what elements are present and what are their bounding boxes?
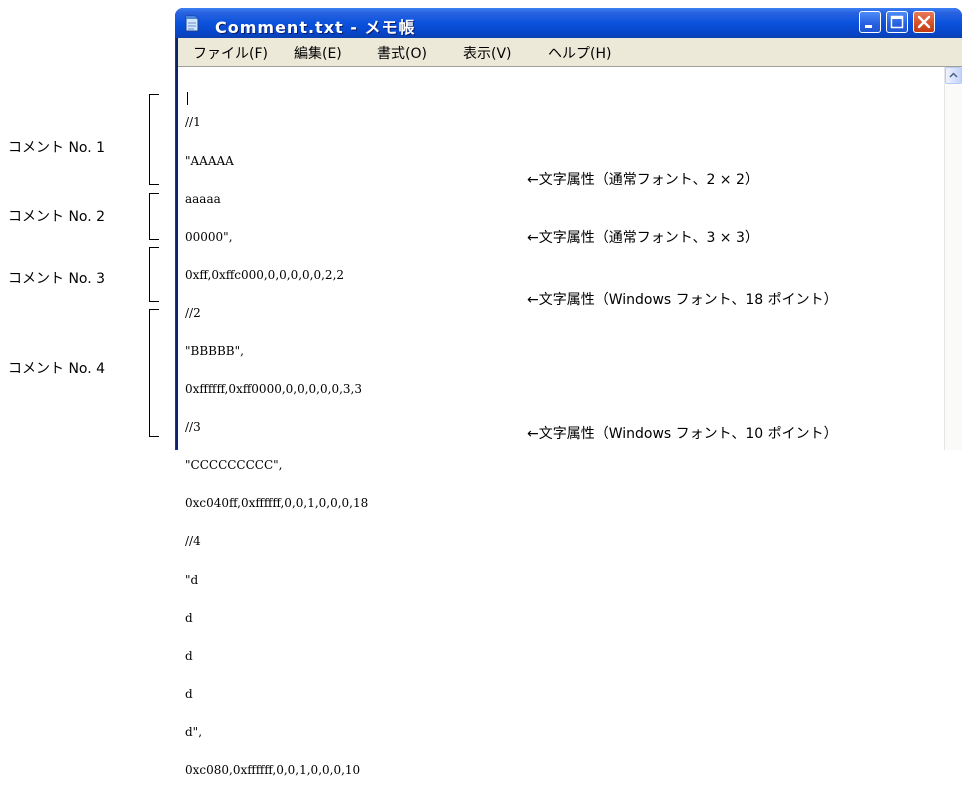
annotation-3: ←文字属性（Windows フォント、18 ポイント） — [527, 292, 838, 308]
editor-line: "d — [185, 572, 199, 587]
annotation-4: ←文字属性（Windows フォント、10 ポイント） — [527, 426, 838, 442]
bracket-1 — [149, 94, 159, 185]
menu-help[interactable]: ヘルプ(H) — [548, 43, 611, 63]
editor-line: "BBBBB", — [185, 343, 244, 358]
comment-label-2: コメント No. 2 — [8, 209, 106, 225]
editor-line: "AAAAA — [185, 153, 234, 168]
editor-line: 0xc080,0xffffff,0,0,1,0,0,0,10 — [185, 763, 361, 777]
menu-format[interactable]: 書式(O) — [377, 43, 427, 63]
maximize-icon — [890, 15, 904, 29]
editor-line: "CCCCCCCCC", — [185, 458, 283, 473]
menu-view[interactable]: 表示(V) — [463, 43, 512, 63]
scroll-up-button[interactable] — [945, 67, 962, 84]
close-icon — [917, 15, 931, 29]
editor-line: 0xffffff,0xff0000,0,0,0,0,0,3,3 — [185, 382, 362, 397]
comment-label-4: コメント No. 4 — [8, 361, 106, 377]
editor-text[interactable]: //1 "AAAAA aaaaa 00000", 0xff,0xffc000,0… — [185, 91, 368, 789]
minimize-button[interactable] — [859, 11, 881, 33]
bracket-4 — [149, 309, 159, 437]
editor-line: aaaaa — [185, 191, 221, 206]
menu-bar: ファイル(F) 編集(E) 書式(O) 表示(V) ヘルプ(H) — [178, 38, 962, 66]
editor-line: 0xff,0xffc000,0,0,0,0,0,2,2 — [185, 267, 345, 282]
editor-line: d", — [185, 724, 203, 739]
bracket-2 — [149, 193, 159, 240]
close-button[interactable] — [913, 11, 935, 33]
text-caret — [187, 92, 188, 105]
bracket-3 — [149, 247, 159, 302]
menu-edit[interactable]: 編集(E) — [294, 43, 342, 63]
editor-line: //3 — [185, 420, 201, 435]
comment-label-3: コメント No. 3 — [8, 271, 106, 287]
annotation-2: ←文字属性（通常フォント、3 × 3） — [527, 230, 759, 246]
editor-line: //4 — [185, 534, 201, 549]
title-bar[interactable]: Comment.txt - メモ帳 — [175, 8, 962, 38]
editor-line: 00000", — [185, 229, 233, 244]
editor-line: d — [185, 686, 193, 701]
editor-line: d — [185, 648, 193, 663]
comment-label-1: コメント No. 1 — [8, 140, 106, 156]
menu-file[interactable]: ファイル(F) — [193, 43, 268, 63]
maximize-button[interactable] — [886, 11, 908, 33]
editor-line: d — [185, 610, 193, 625]
window-title: Comment.txt - メモ帳 — [215, 18, 416, 37]
vertical-scrollbar[interactable] — [944, 67, 962, 450]
minimize-icon — [865, 25, 872, 28]
notepad-icon — [185, 15, 199, 32]
scroll-up-arrow-icon — [949, 72, 958, 78]
annotation-1: ←文字属性（通常フォント、2 × 2） — [527, 172, 759, 188]
editor-line: //2 — [185, 305, 201, 320]
editor-line: 0xc040ff,0xffffff,0,0,1,0,0,0,18 — [185, 496, 369, 511]
editor-line: //1 — [185, 115, 201, 130]
